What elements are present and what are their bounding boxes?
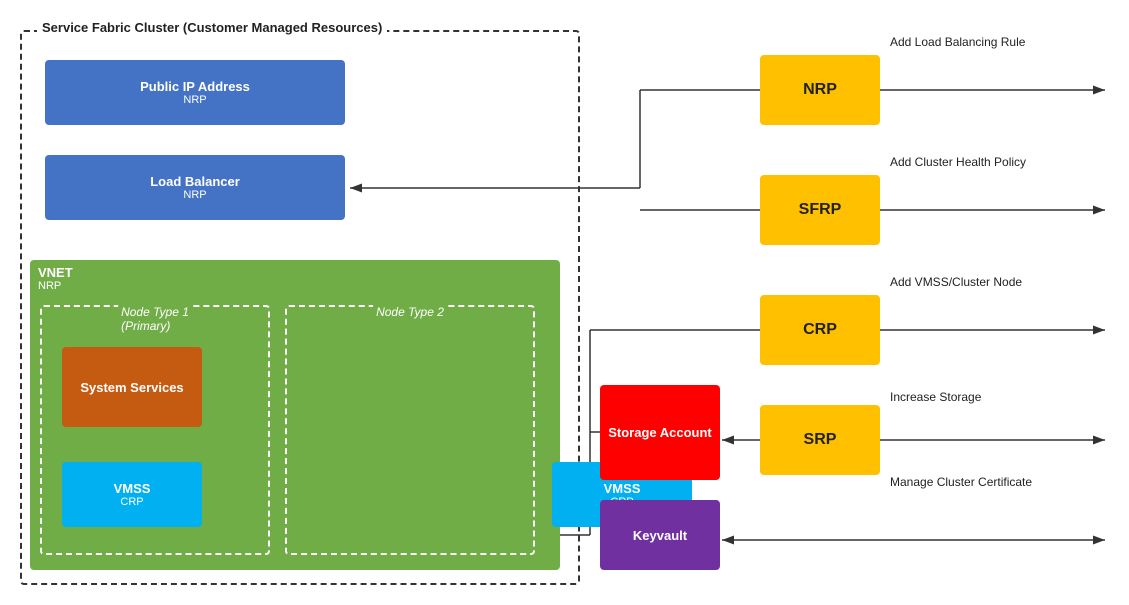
manage-cert-label: Manage Cluster Certificate xyxy=(890,475,1032,489)
nrp-label: NRP xyxy=(803,81,837,99)
node-type-2-box: Node Type 2 VMSS CRP xyxy=(285,305,535,555)
crp-label: CRP xyxy=(803,321,837,339)
vnet-sub: NRP xyxy=(38,280,61,292)
node-type-1-label: Node Type 1 (Primary) xyxy=(118,305,192,333)
system-services-box: System Services xyxy=(62,347,202,427)
srp-box: SRP xyxy=(760,405,880,475)
nrp-box: NRP xyxy=(760,55,880,125)
public-ip-sub: NRP xyxy=(183,94,206,106)
public-ip-label: Public IP Address xyxy=(140,79,250,94)
crp-box: CRP xyxy=(760,295,880,365)
load-balancer-box: Load Balancer NRP xyxy=(45,155,345,220)
keyvault-label: Keyvault xyxy=(633,528,687,543)
vmss-1-label: VMSS xyxy=(114,481,151,496)
sfrp-box: SFRP xyxy=(760,175,880,245)
srp-label: SRP xyxy=(804,431,837,449)
sfrp-label: SFRP xyxy=(799,201,842,219)
vnet-label: VNET xyxy=(38,265,73,280)
add-cluster-health-label: Add Cluster Health Policy xyxy=(890,155,1026,169)
system-services-label: System Services xyxy=(80,380,183,395)
outer-box-title: Service Fabric Cluster (Customer Managed… xyxy=(37,20,387,35)
storage-account-label: Storage Account xyxy=(608,425,712,440)
vmss-1-sub: CRP xyxy=(120,496,143,508)
vmss-box-1: VMSS CRP xyxy=(62,462,202,527)
keyvault-box: Keyvault xyxy=(600,500,720,570)
increase-storage-label: Increase Storage xyxy=(890,390,981,404)
load-balancer-label: Load Balancer xyxy=(150,174,240,189)
add-vmss-label: Add VMSS/Cluster Node xyxy=(890,275,1022,289)
node-type-2-label: Node Type 2 xyxy=(373,305,447,319)
vmss-2-label: VMSS xyxy=(604,481,641,496)
load-balancer-sub: NRP xyxy=(183,189,206,201)
storage-account-box: Storage Account xyxy=(600,385,720,480)
vnet-box: VNET NRP Node Type 1 (Primary) System Se… xyxy=(30,260,560,570)
public-ip-box: Public IP Address NRP xyxy=(45,60,345,125)
node-type-1-box: Node Type 1 (Primary) System Services VM… xyxy=(40,305,270,555)
add-lb-rule-label: Add Load Balancing Rule xyxy=(890,35,1025,49)
